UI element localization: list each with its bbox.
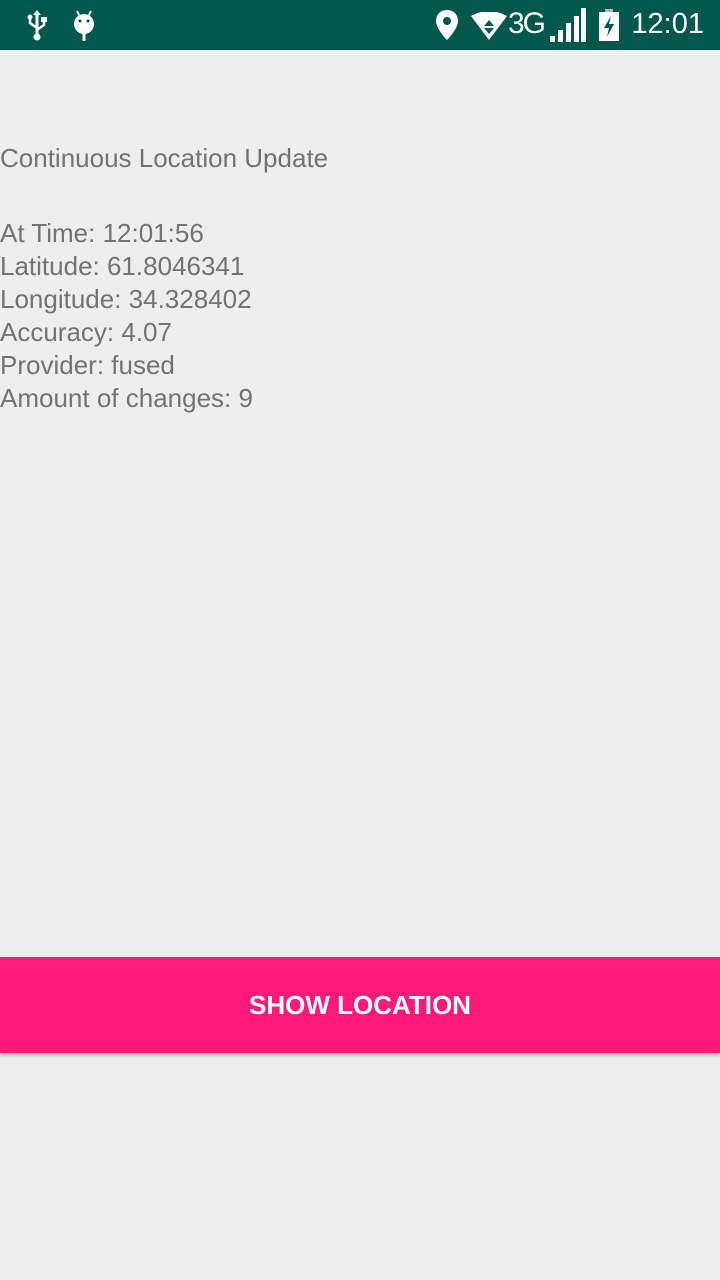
changes-count-text: Amount of changes: 9: [0, 383, 253, 413]
status-bar: 3G 12:01: [0, 0, 720, 50]
signal-icon: [550, 8, 586, 42]
location-info: At Time: 12:01:56 Latitude: 61.8046341 L…: [0, 217, 253, 415]
provider-text: Provider: fused: [0, 350, 175, 380]
battery-charging-icon: [599, 9, 619, 41]
android-debug-icon: [74, 10, 94, 41]
location-pin-icon: [436, 10, 458, 40]
clock: 12:01: [631, 8, 704, 40]
longitude-text: Longitude: 34.328402: [0, 284, 252, 314]
latitude-text: Latitude: 61.8046341: [0, 251, 245, 281]
network-type: 3G: [508, 7, 546, 40]
wifi-icon: [471, 12, 507, 40]
time-text: At Time: 12:01:56: [0, 218, 204, 248]
usb-icon: [27, 10, 47, 41]
show-location-button[interactable]: SHOW LOCATION: [0, 957, 720, 1053]
accuracy-text: Accuracy: 4.07: [0, 317, 172, 347]
page-title: Continuous Location Update: [0, 143, 329, 173]
